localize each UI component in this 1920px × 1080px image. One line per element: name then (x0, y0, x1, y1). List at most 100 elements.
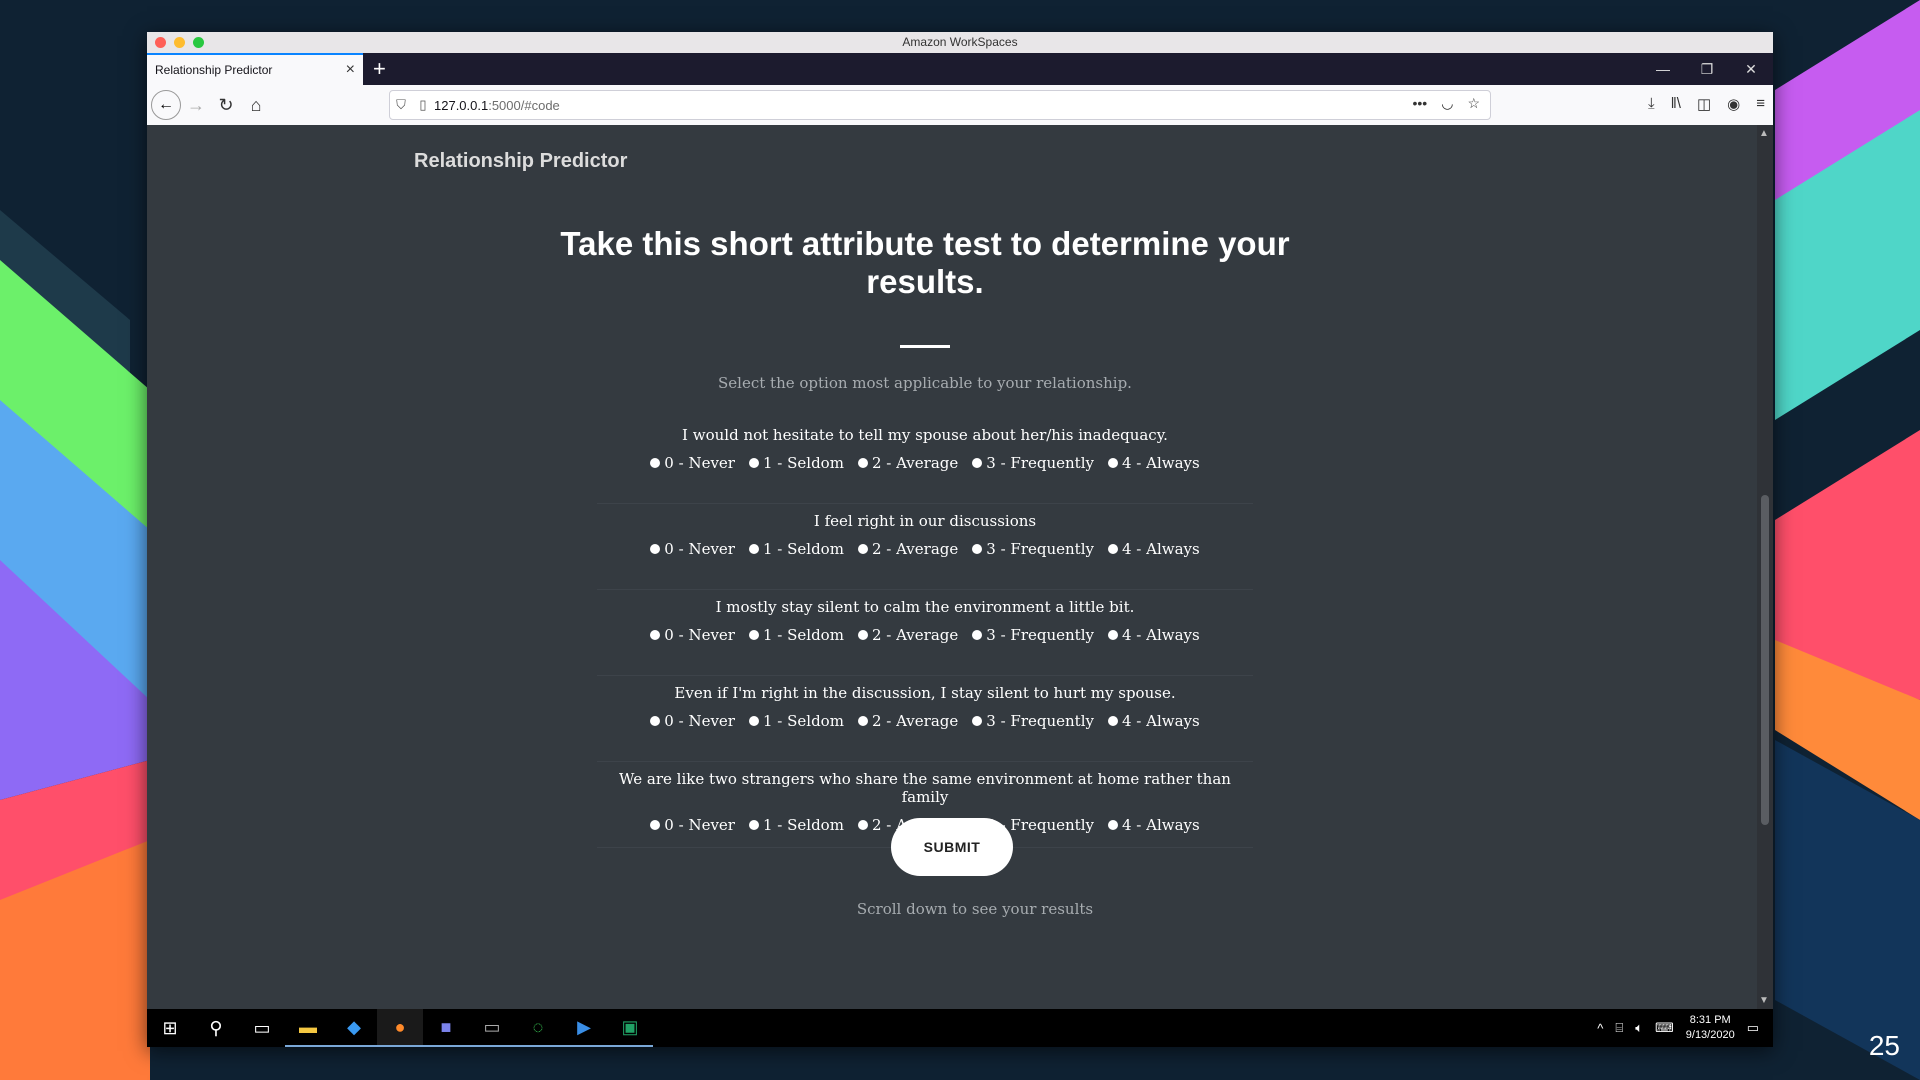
more-icon[interactable]: ••• (1413, 95, 1428, 112)
answer-option[interactable]: 1 - Seldom (748, 540, 844, 558)
radio-button[interactable] (748, 458, 759, 468)
answer-option[interactable]: 2 - Average (857, 454, 958, 472)
radio-button[interactable] (857, 820, 868, 830)
tab-relationship-predictor[interactable]: Relationship Predictor × (147, 53, 363, 85)
answer-option[interactable]: 4 - Always (1107, 712, 1200, 730)
submit-button[interactable]: SUBMIT (891, 818, 1013, 876)
answer-option[interactable]: 3 - Frequently (972, 712, 1094, 730)
radio-button[interactable] (748, 544, 759, 554)
radio-button[interactable] (748, 820, 759, 830)
radio-button[interactable] (857, 458, 868, 468)
minimize-icon[interactable]: — (1641, 53, 1685, 85)
radio-button[interactable] (748, 630, 759, 640)
terminal-icon[interactable]: ▭ (469, 1009, 515, 1047)
answer-option[interactable]: 0 - Never (650, 454, 735, 472)
start-icon[interactable]: ⊞ (147, 1009, 193, 1047)
radio-button[interactable] (972, 630, 983, 640)
task-view-icon[interactable]: ▭ (239, 1009, 285, 1047)
file-explorer-icon[interactable]: ▬ (285, 1009, 331, 1047)
progress-icon[interactable]: ◌ (515, 1009, 561, 1047)
teams-icon[interactable]: ■ (423, 1009, 469, 1047)
answer-option[interactable]: 1 - Seldom (748, 712, 844, 730)
radio-button[interactable] (748, 716, 759, 726)
star-icon[interactable]: ☆ (1467, 95, 1480, 112)
volume-icon[interactable]: 🔈︎ (1635, 1020, 1643, 1036)
close-window-button[interactable] (155, 37, 166, 48)
toolbar-icons: ⤓ ‖\ ◫ ◉ ≡ (1648, 95, 1765, 113)
keyboard-icon[interactable]: ⌨ (1655, 1020, 1674, 1036)
radio-button[interactable] (650, 458, 661, 468)
radio-button[interactable] (1107, 820, 1118, 830)
radio-button[interactable] (1107, 458, 1118, 468)
answer-option[interactable]: 1 - Seldom (748, 626, 844, 644)
answer-option[interactable]: 3 - Frequently (972, 540, 1094, 558)
minimize-window-button[interactable] (174, 37, 185, 48)
question-text: I would not hesitate to tell my spouse a… (682, 426, 1168, 444)
radio-button[interactable] (650, 630, 661, 640)
back-arrow-icon[interactable]: ← (151, 90, 181, 120)
radio-button[interactable] (650, 820, 661, 830)
radio-button[interactable] (972, 458, 983, 468)
radio-button[interactable] (857, 544, 868, 554)
radio-button[interactable] (1107, 716, 1118, 726)
chevron-up-icon[interactable]: ^ (1597, 1021, 1603, 1036)
network-icon[interactable]: ⌸ (1615, 1020, 1623, 1036)
new-tab-icon[interactable]: + (373, 53, 386, 85)
answer-option[interactable]: 4 - Always (1107, 626, 1200, 644)
notification-icon[interactable]: ▭ (1747, 1020, 1759, 1036)
radio-button[interactable] (1107, 630, 1118, 640)
page-scrollbar[interactable]: ▲ ▼ (1757, 125, 1773, 1009)
radio-button[interactable] (857, 630, 868, 640)
answer-option[interactable]: 0 - Never (650, 626, 735, 644)
radio-button[interactable] (972, 544, 983, 554)
forward-arrow-icon[interactable]: → (181, 95, 211, 116)
search-icon[interactable]: ⚲ (193, 1009, 239, 1047)
answer-option[interactable]: 0 - Never (650, 816, 735, 834)
option-label: 1 - Seldom (762, 712, 844, 730)
scroll-up-icon[interactable]: ▲ (1759, 128, 1769, 139)
answer-option[interactable]: 2 - Average (857, 540, 958, 558)
answer-option[interactable]: 0 - Never (650, 712, 735, 730)
scroll-thumb[interactable] (1761, 495, 1769, 825)
powershell-icon[interactable]: ▶ (561, 1009, 607, 1047)
answer-option[interactable]: 4 - Always (1107, 454, 1200, 472)
menu-icon[interactable]: ≡ (1756, 95, 1765, 113)
radio-button[interactable] (857, 716, 868, 726)
restore-icon[interactable]: ❐ (1685, 53, 1729, 85)
account-icon[interactable]: ◉ (1727, 95, 1740, 113)
option-label: 3 - Frequently (986, 712, 1094, 730)
clock[interactable]: 8:31 PM 9/13/2020 (1686, 1013, 1735, 1043)
address-bar[interactable]: ⛉ ▯ 127.0.0.1:5000/#code ••• ◡ ☆ (389, 90, 1491, 120)
radio-button[interactable] (650, 544, 661, 554)
answer-option[interactable]: 4 - Always (1107, 816, 1200, 834)
answer-option[interactable]: 3 - Frequently (972, 454, 1094, 472)
library-icon[interactable]: ‖\ (1671, 95, 1681, 113)
download-icon[interactable]: ⤓ (1648, 95, 1655, 113)
radio-button[interactable] (1107, 544, 1118, 554)
answer-option[interactable]: 4 - Always (1107, 540, 1200, 558)
radio-button[interactable] (972, 716, 983, 726)
site-brand[interactable]: Relationship Predictor (414, 150, 627, 173)
scroll-down-icon[interactable]: ▼ (1759, 995, 1769, 1006)
close-icon[interactable]: ✕ (1729, 53, 1773, 85)
answer-option[interactable]: 3 - Frequently (972, 626, 1094, 644)
home-icon[interactable]: ⌂ (241, 95, 271, 116)
shield-icon[interactable]: ⛉ (390, 97, 412, 113)
radio-button[interactable] (650, 716, 661, 726)
reload-icon[interactable]: ↻ (211, 95, 241, 116)
vscode-icon[interactable]: ◆ (331, 1009, 377, 1047)
answer-option[interactable]: 2 - Average (857, 626, 958, 644)
zoom-window-button[interactable] (193, 37, 204, 48)
sidebar-icon[interactable]: ◫ (1697, 95, 1711, 113)
answer-option[interactable]: 2 - Average (857, 712, 958, 730)
excel-icon[interactable]: ▣ (607, 1009, 653, 1047)
firefox-icon[interactable]: ● (377, 1009, 423, 1047)
answer-option[interactable]: 0 - Never (650, 540, 735, 558)
answer-option[interactable]: 1 - Seldom (748, 816, 844, 834)
option-label: 1 - Seldom (762, 454, 844, 472)
option-label: 3 - Frequently (986, 454, 1094, 472)
pocket-icon[interactable]: ◡ (1441, 95, 1453, 112)
answer-option[interactable]: 1 - Seldom (748, 454, 844, 472)
workspaces-titlebar: Amazon WorkSpaces (147, 32, 1773, 53)
close-icon[interactable]: × (346, 61, 355, 79)
